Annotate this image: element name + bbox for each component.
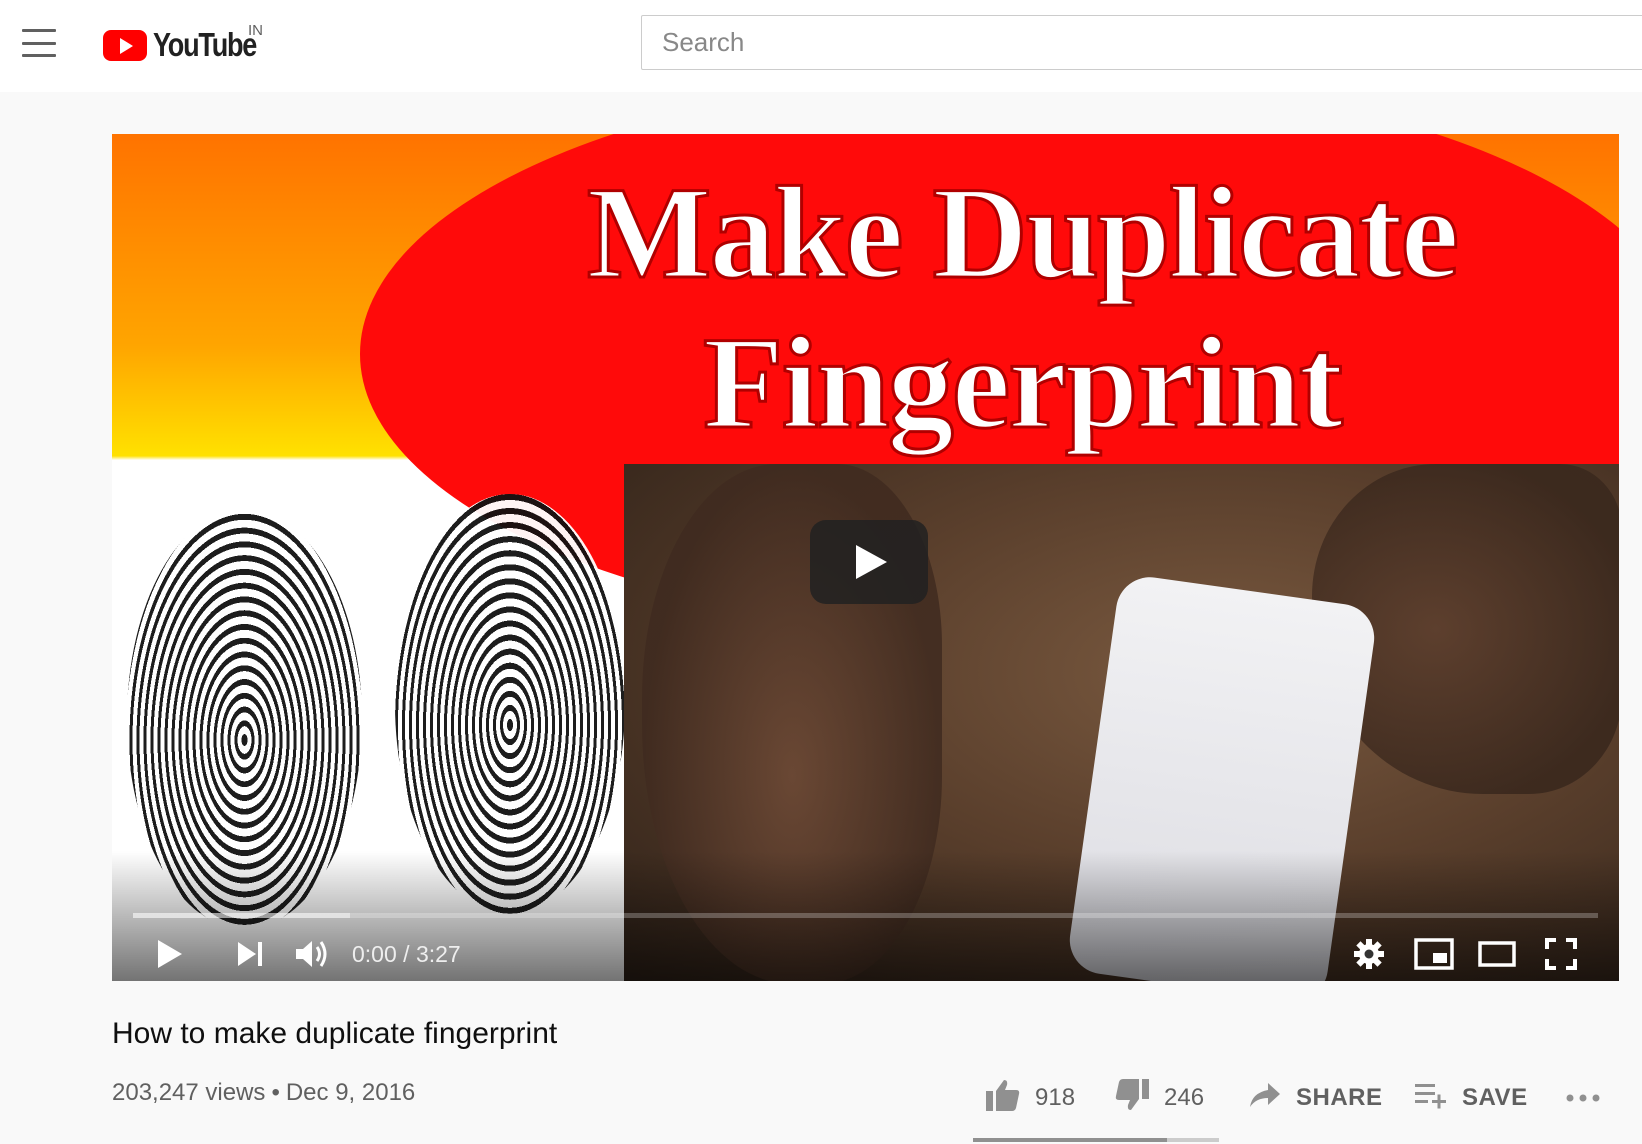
- menu-icon[interactable]: [18, 26, 60, 60]
- share-label: SHARE: [1296, 1084, 1383, 1111]
- sentiment-bar-likes: [973, 1138, 1168, 1142]
- like-button[interactable]: 918: [985, 1078, 1075, 1118]
- thumbnail-title-line1: Make Duplicate: [585, 158, 1460, 308]
- more-icon[interactable]: [1565, 1078, 1601, 1118]
- theater-icon[interactable]: [1475, 929, 1519, 979]
- save-label: SAVE: [1462, 1084, 1528, 1111]
- video-meta: 203,247 views • Dec 9, 2016: [112, 1079, 415, 1107]
- view-count: 203,247 views: [112, 1079, 266, 1106]
- like-icon: [985, 1078, 1021, 1119]
- share-button[interactable]: SHARE: [1248, 1078, 1383, 1118]
- meta-separator: •: [271, 1079, 280, 1106]
- search-input[interactable]: [641, 15, 1642, 70]
- dislike-icon: [1114, 1078, 1150, 1119]
- settings-icon[interactable]: [1347, 929, 1391, 979]
- save-playlist-icon: [1414, 1081, 1448, 1116]
- video-title: How to make duplicate fingerprint: [112, 1017, 558, 1050]
- progress-bar[interactable]: [133, 913, 1598, 918]
- thumbnail-title-line2: Fingerprint: [702, 308, 1345, 458]
- save-button[interactable]: SAVE: [1414, 1078, 1528, 1118]
- share-icon: [1248, 1081, 1282, 1116]
- progress-buffered: [133, 913, 350, 918]
- time-current: 0:00: [352, 941, 397, 967]
- video-player[interactable]: Make Duplicate Fingerprint 0:00 / 3:27: [112, 134, 1619, 981]
- logo-text: YouTube: [153, 26, 257, 63]
- volume-icon[interactable]: [290, 929, 334, 979]
- thumbnail-title: Make Duplicate Fingerprint: [442, 158, 1602, 458]
- sentiment-bar: [973, 1138, 1219, 1142]
- miniplayer-icon[interactable]: [1412, 929, 1456, 979]
- time-display: 0:00 / 3:27: [352, 941, 461, 968]
- masthead: YouTube IN: [0, 0, 1642, 92]
- time-total: 3:27: [415, 941, 461, 967]
- large-play-button[interactable]: [810, 520, 928, 604]
- youtube-logo-icon: [103, 29, 147, 61]
- next-icon[interactable]: [230, 929, 270, 979]
- dislike-count: 246: [1164, 1084, 1205, 1111]
- time-separator: /: [396, 941, 416, 967]
- fullscreen-icon[interactable]: [1539, 929, 1583, 979]
- publish-date: Dec 9, 2016: [285, 1079, 416, 1106]
- play-icon[interactable]: [150, 929, 190, 979]
- dislike-button[interactable]: 246: [1114, 1078, 1204, 1118]
- like-count: 918: [1035, 1084, 1076, 1111]
- country-code: IN: [248, 22, 263, 39]
